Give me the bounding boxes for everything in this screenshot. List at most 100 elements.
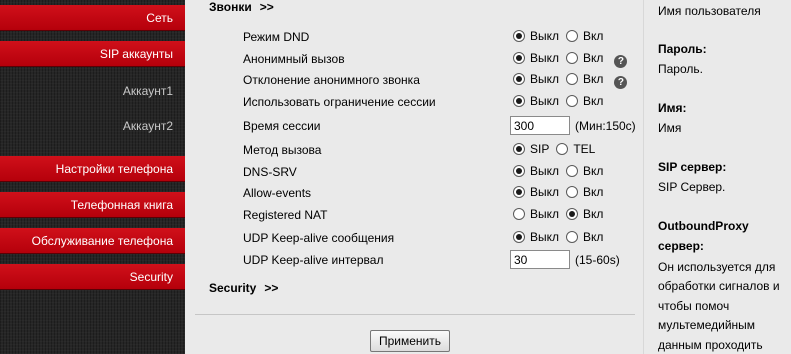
- setting-label: Метод вызова: [243, 143, 322, 157]
- radio-group: Выкл Вкл: [513, 207, 610, 223]
- setting-row: UDP Keep-alive сообщения Выкл Вкл: [243, 228, 633, 248]
- nav-maintenance[interactable]: Обслуживание телефона: [0, 228, 185, 254]
- radio-option-label[interactable]: Выкл: [530, 207, 559, 221]
- help-heading: SIP сервер:: [658, 160, 727, 174]
- nav-account1[interactable]: Аккаунт1: [0, 79, 185, 103]
- setting-row: Registered NAT Выкл Вкл: [243, 205, 633, 225]
- help-heading: Имя:: [658, 101, 687, 115]
- radio-group: Выкл Вкл?: [513, 51, 628, 68]
- radio-button[interactable]: [566, 165, 579, 177]
- setting-input[interactable]: [510, 116, 570, 135]
- setting-row: Режим DND Выкл Вкл: [243, 27, 633, 47]
- radio-option-label[interactable]: Вкл: [583, 51, 603, 65]
- radio-button[interactable]: [566, 95, 579, 107]
- radio-option-label[interactable]: TEL: [573, 142, 595, 156]
- radio-button[interactable]: [566, 208, 579, 220]
- radio-option-label[interactable]: Вкл: [583, 94, 603, 108]
- help-text: обработки сигналов и: [658, 279, 780, 293]
- radio-option-label[interactable]: Вкл: [583, 185, 603, 199]
- help-text: Он используется для: [658, 260, 776, 274]
- radio-option-label[interactable]: Вкл: [583, 29, 603, 43]
- radio-button[interactable]: [566, 186, 579, 198]
- help-text: Пароль.: [658, 62, 703, 76]
- radio-option-label[interactable]: Вкл: [583, 72, 603, 86]
- radio-option-label[interactable]: Выкл: [530, 51, 559, 65]
- radio-option-label[interactable]: Выкл: [530, 185, 559, 199]
- radio-button[interactable]: [566, 52, 579, 64]
- radio-group: SIP TEL: [513, 142, 602, 158]
- setting-input[interactable]: [510, 250, 570, 269]
- help-icon[interactable]: ?: [614, 76, 628, 89]
- help-text: данным проходить: [658, 338, 763, 352]
- radio-button[interactable]: [566, 30, 579, 42]
- setting-row: Отклонение анонимного звонка Выкл Вкл?: [243, 70, 633, 90]
- setting-label: UDP Keep-alive сообщения: [243, 231, 395, 245]
- apply-button[interactable]: Применить: [370, 330, 450, 352]
- setting-label: Анонимный вызов: [243, 52, 345, 66]
- calls-section-title: Звонки: [209, 0, 252, 14]
- radio-button[interactable]: [566, 73, 579, 85]
- radio-button[interactable]: [513, 30, 525, 42]
- radio-button[interactable]: [513, 186, 525, 198]
- radio-group: Выкл Вкл?: [513, 72, 628, 89]
- radio-option-label[interactable]: SIP: [530, 142, 549, 156]
- help-text: Имя: [658, 121, 682, 135]
- radio-option-label[interactable]: Выкл: [530, 94, 559, 108]
- radio-group: Выкл Вкл: [513, 185, 610, 201]
- nav-sip-accounts[interactable]: SIP аккаунты: [0, 41, 185, 67]
- help-heading: OutboundProxy: [658, 219, 749, 233]
- radio-option-label[interactable]: Выкл: [530, 230, 559, 244]
- security-section-title: Security: [209, 281, 257, 295]
- help-heading: Пароль:: [658, 42, 707, 56]
- radio-button[interactable]: [513, 95, 525, 107]
- radio-button[interactable]: [513, 52, 525, 64]
- help-text: SIP Сервер.: [658, 180, 726, 194]
- setting-row: Метод вызова SIP TEL: [243, 140, 633, 160]
- expand-arrows-icon[interactable]: >>: [260, 0, 274, 14]
- radio-group: Выкл Вкл: [513, 230, 610, 246]
- help-text: мультемедийным: [658, 318, 756, 332]
- help-icon[interactable]: ?: [614, 55, 628, 68]
- nav-phonebook[interactable]: Телефонная книга: [0, 192, 185, 218]
- nav-security[interactable]: Security: [0, 264, 185, 290]
- setting-row: Время сессии (Мин:150с): [243, 116, 636, 136]
- setting-label: Время сессии: [243, 119, 321, 133]
- setting-row: DNS-SRV Выкл Вкл: [243, 162, 633, 182]
- setting-label: DNS-SRV: [243, 165, 297, 179]
- main-content: Звонки >> Режим DND Выкл Вкл Анонимный вызов…: [185, 0, 643, 354]
- radio-button[interactable]: [513, 73, 525, 85]
- setting-hint: (Мин:150с): [575, 119, 636, 133]
- security-section-header[interactable]: Security >>: [209, 281, 278, 295]
- radio-button[interactable]: [556, 143, 569, 155]
- sidebar: Сеть SIP аккаунты Аккаунт1 Аккаунт2 Наст…: [0, 0, 185, 354]
- radio-group: Выкл Вкл: [513, 164, 610, 180]
- radio-button[interactable]: [513, 143, 525, 155]
- radio-option-label[interactable]: Выкл: [530, 29, 559, 43]
- nav-phone-settings[interactable]: Настройки телефона: [0, 156, 185, 182]
- radio-option-label[interactable]: Выкл: [530, 164, 559, 178]
- setting-label: Режим DND: [243, 30, 310, 44]
- calls-section-header[interactable]: Звонки >>: [209, 0, 274, 14]
- setting-row: Анонимный вызов Выкл Вкл?: [243, 49, 633, 69]
- setting-label: Registered NAT: [243, 208, 328, 222]
- setting-label: UDP Keep-alive интервал: [243, 253, 384, 267]
- radio-option-label[interactable]: Вкл: [583, 164, 603, 178]
- help-text: Имя пользователя: [658, 4, 761, 18]
- setting-row: Allow-events Выкл Вкл: [243, 183, 633, 203]
- help-panel: Имя пользователя Пароль: Пароль. Имя: Имя SIP…: [643, 0, 791, 354]
- radio-button[interactable]: [513, 165, 525, 177]
- radio-button[interactable]: [513, 231, 525, 243]
- radio-option-label[interactable]: Вкл: [583, 207, 603, 221]
- nav-network[interactable]: Сеть: [0, 5, 185, 31]
- expand-arrows-icon[interactable]: >>: [264, 281, 278, 295]
- radio-option-label[interactable]: Выкл: [530, 72, 559, 86]
- radio-button[interactable]: [513, 208, 525, 220]
- help-heading: сервер:: [658, 239, 704, 253]
- divider: [195, 314, 635, 315]
- help-text: чтобы помоч: [658, 299, 730, 313]
- radio-option-label[interactable]: Вкл: [583, 230, 603, 244]
- setting-label: Allow-events: [243, 186, 312, 200]
- nav-account2[interactable]: Аккаунт2: [0, 114, 185, 138]
- setting-row: UDP Keep-alive интервал (15-60s): [243, 250, 633, 270]
- radio-button[interactable]: [566, 231, 579, 243]
